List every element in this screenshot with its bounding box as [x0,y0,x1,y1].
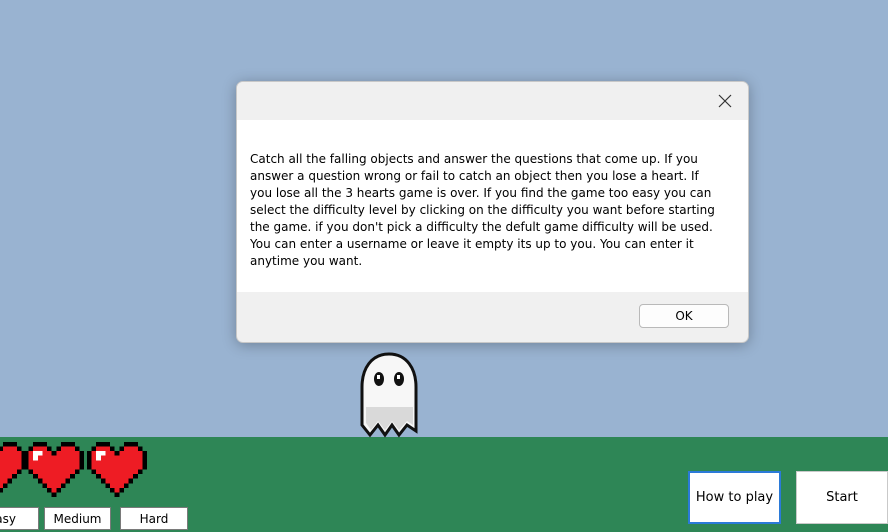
heart-icon [24,441,84,498]
how-to-play-button[interactable]: How to play [688,471,781,524]
medium-difficulty-button[interactable]: Medium [44,507,111,530]
dialog-titlebar [237,82,748,120]
close-icon[interactable] [710,86,740,116]
heart-icon [0,441,26,498]
ghost-player-sprite [358,351,420,438]
dialog-message: Catch all the falling objects and answer… [250,152,715,268]
easy-difficulty-button[interactable]: Easy [0,507,39,530]
hard-difficulty-button[interactable]: Hard [120,507,188,530]
heart-icon [87,441,147,498]
how-to-play-dialog: Catch all the falling objects and answer… [236,81,749,343]
game-stage: Easy Medium Hard How to play Start Catch… [0,0,888,532]
dialog-body: Catch all the falling objects and answer… [237,120,748,292]
start-button[interactable]: Start [796,471,888,524]
ok-button[interactable]: OK [639,304,729,328]
